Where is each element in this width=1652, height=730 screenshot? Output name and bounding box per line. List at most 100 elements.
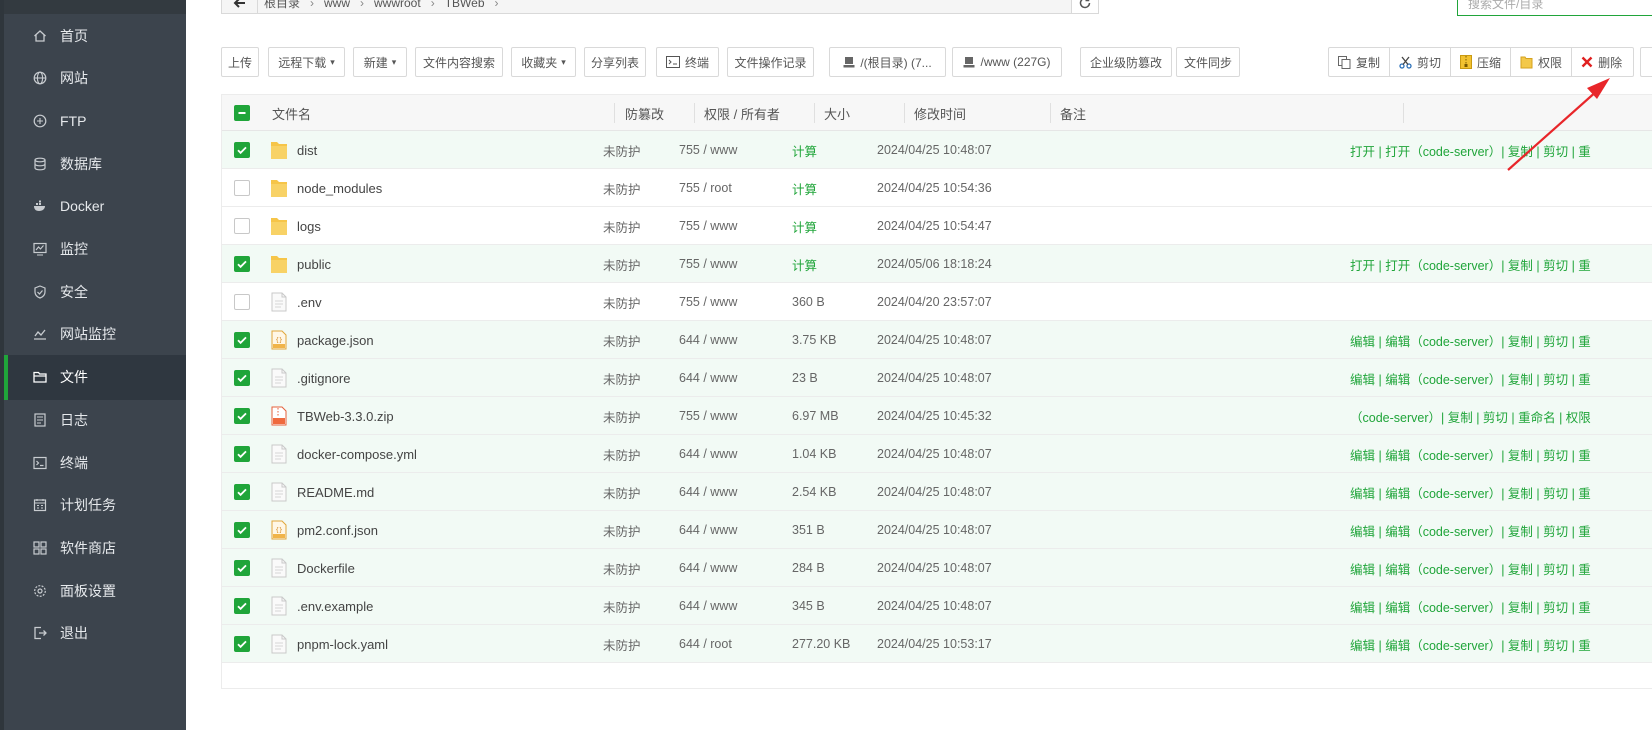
permission-owner[interactable]: 755 / www — [679, 131, 737, 169]
protect-status[interactable]: 未防护 — [603, 245, 641, 283]
file-name[interactable]: public — [297, 245, 331, 283]
tamper-proof-button[interactable]: 企业级防篡改 — [1080, 47, 1172, 77]
content-search-button[interactable]: 文件内容搜索 — [415, 47, 503, 77]
file-name[interactable]: docker-compose.yml — [297, 435, 417, 473]
row-actions[interactable]: 编辑 | 编辑（code-server）| 复制 | 剪切 | 重 — [1350, 511, 1591, 549]
protect-status[interactable]: 未防护 — [603, 625, 641, 663]
disk-www-button[interactable]: /www (227G) — [952, 47, 1062, 77]
breadcrumb-item[interactable]: www — [324, 0, 350, 10]
permission-owner[interactable]: 644 / root — [679, 625, 732, 663]
protect-status[interactable]: 未防护 — [603, 321, 641, 359]
compress-button[interactable]: 压缩 — [1451, 48, 1512, 76]
row-checkbox[interactable] — [234, 180, 250, 196]
table-row[interactable]: .env.example 未防护 644 / www 345 B 2024/04/25 … — [222, 587, 1652, 625]
protect-status[interactable]: 未防护 — [603, 283, 641, 321]
permission-owner[interactable]: 644 / www — [679, 435, 737, 473]
protect-status[interactable]: 未防护 — [603, 397, 641, 435]
table-row[interactable]: dist 未防护 755 / www 计算 2024/04/25 10:48:07 打开 … — [222, 131, 1652, 169]
row-checkbox[interactable] — [234, 332, 250, 348]
file-name[interactable]: Dockerfile — [297, 549, 355, 587]
table-row[interactable]: logs 未防护 755 / www 计算 2024/04/25 10:54:47 — [222, 207, 1652, 245]
table-row[interactable]: node_modules 未防护 755 / root 计算 2024/04/25 10… — [222, 169, 1652, 207]
sidebar-item-14[interactable]: 退出 — [4, 611, 186, 656]
file-name[interactable]: package.json — [297, 321, 374, 359]
table-row[interactable]: public 未防护 755 / www 计算 2024/05/06 18:18:24 打… — [222, 245, 1652, 283]
table-row[interactable]: pnpm-lock.yaml 未防护 644 / root 277.20 KB 2024… — [222, 625, 1652, 663]
permission-owner[interactable]: 644 / www — [679, 321, 737, 359]
file-sync-button[interactable]: 文件同步 — [1176, 47, 1240, 77]
row-actions[interactable]: 编辑 | 编辑（code-server）| 复制 | 剪切 | 重 — [1350, 321, 1591, 359]
table-row[interactable]: .gitignore 未防护 644 / www 23 B 2024/04/25 10:… — [222, 359, 1652, 397]
table-row[interactable]: README.md 未防护 644 / www 2.54 KB 2024/04/25 1… — [222, 473, 1652, 511]
table-row[interactable]: .env 未防护 755 / www 360 B 2024/04/20 23:57:07 — [222, 283, 1652, 321]
row-actions[interactable]: 编辑 | 编辑（code-server）| 复制 | 剪切 | 重 — [1350, 549, 1591, 587]
permission-owner[interactable]: 755 / www — [679, 397, 737, 435]
file-name[interactable]: logs — [297, 207, 321, 245]
table-row[interactable]: Dockerfile 未防护 644 / www 284 B 2024/04/25 10… — [222, 549, 1652, 587]
sidebar-item-2[interactable]: FTP — [4, 98, 186, 143]
cut-button[interactable]: 剪切 — [1390, 48, 1452, 76]
file-name[interactable]: .env.example — [297, 587, 373, 625]
row-checkbox[interactable] — [234, 256, 250, 272]
permission-owner[interactable]: 755 / root — [679, 169, 732, 207]
sidebar-item-7[interactable]: 网站监控 — [4, 312, 186, 357]
row-checkbox[interactable] — [234, 218, 250, 234]
row-actions[interactable]: 编辑 | 编辑（code-server）| 复制 | 剪切 | 重 — [1350, 473, 1591, 511]
new-button[interactable]: 新建 ▾ — [353, 47, 407, 77]
permission-owner[interactable]: 644 / www — [679, 511, 737, 549]
table-row[interactable]: TBWeb-3.3.0.zip 未防护 755 / www 6.97 MB 2024/0… — [222, 397, 1652, 435]
protect-status[interactable]: 未防护 — [603, 435, 641, 473]
header-name[interactable]: 文件名 — [272, 95, 311, 131]
disk-root-button[interactable]: /(根目录) (7... — [829, 47, 946, 77]
row-checkbox[interactable] — [234, 636, 250, 652]
select-all-checkbox[interactable] — [234, 105, 250, 121]
protect-status[interactable]: 未防护 — [603, 511, 641, 549]
header-protect[interactable]: 防篡改 — [625, 95, 664, 131]
permission-button[interactable]: 权限 — [1511, 48, 1573, 76]
sidebar-item-3[interactable]: 数据库 — [4, 141, 186, 186]
sidebar-item-9[interactable]: 日志 — [4, 397, 186, 442]
row-checkbox[interactable] — [234, 446, 250, 462]
header-mtime[interactable]: 修改时间 — [914, 95, 966, 131]
remote-download-button[interactable]: 远程下载 ▾ — [268, 47, 345, 77]
sidebar-item-13[interactable]: 面板设置 — [4, 568, 186, 613]
header-perm[interactable]: 权限 / 所有者 — [704, 95, 780, 131]
row-actions[interactable]: 编辑 | 编辑（code-server）| 复制 | 剪切 | 重 — [1350, 625, 1591, 663]
file-name[interactable]: dist — [297, 131, 317, 169]
upload-button[interactable]: 上传 — [221, 47, 259, 77]
terminal-button[interactable]: 终端 — [656, 47, 719, 77]
row-checkbox[interactable] — [234, 522, 250, 538]
row-checkbox[interactable] — [234, 408, 250, 424]
row-checkbox[interactable] — [234, 294, 250, 310]
delete-button[interactable]: 删除 — [1572, 48, 1631, 76]
row-checkbox[interactable] — [234, 370, 250, 386]
permission-owner[interactable]: 755 / www — [679, 207, 737, 245]
file-name[interactable]: node_modules — [297, 169, 382, 207]
permission-owner[interactable]: 644 / www — [679, 359, 737, 397]
sidebar-item-4[interactable]: Docker — [4, 184, 186, 229]
row-checkbox[interactable] — [234, 484, 250, 500]
protect-status[interactable]: 未防护 — [603, 359, 641, 397]
permission-owner[interactable]: 644 / www — [679, 549, 737, 587]
file-size[interactable]: 计算 — [792, 245, 817, 283]
row-actions[interactable]: 编辑 | 编辑（code-server）| 复制 | 剪切 | 重 — [1350, 359, 1591, 397]
file-name[interactable]: pnpm-lock.yaml — [297, 625, 388, 663]
permission-owner[interactable]: 644 / www — [679, 587, 737, 625]
back-button[interactable] — [222, 0, 258, 14]
file-name[interactable]: README.md — [297, 473, 374, 511]
permission-owner[interactable]: 755 / www — [679, 283, 737, 321]
search-input[interactable]: 搜索文件/目录 — [1457, 0, 1652, 16]
row-actions[interactable]: 打开 | 打开（code-server）| 复制 | 剪切 | 重 — [1350, 131, 1591, 169]
table-row[interactable]: {} pm2.conf.json 未防护 644 / www 351 B 2024/04/… — [222, 511, 1652, 549]
file-size[interactable]: 计算 — [792, 131, 817, 169]
favorites-button[interactable]: 收藏夹 ▾ — [511, 47, 576, 77]
sidebar-item-6[interactable]: 安全 — [4, 269, 186, 314]
row-actions[interactable]: 编辑 | 编辑（code-server）| 复制 | 剪切 | 重 — [1350, 435, 1591, 473]
sidebar-item-0[interactable]: 首页 — [4, 13, 186, 58]
file-size[interactable]: 计算 — [792, 207, 817, 245]
sidebar-item-8[interactable]: 文件 — [4, 354, 186, 400]
file-name[interactable]: pm2.conf.json — [297, 511, 378, 549]
protect-status[interactable]: 未防护 — [603, 549, 641, 587]
share-list-button[interactable]: 分享列表 — [584, 47, 646, 77]
row-checkbox[interactable] — [234, 598, 250, 614]
